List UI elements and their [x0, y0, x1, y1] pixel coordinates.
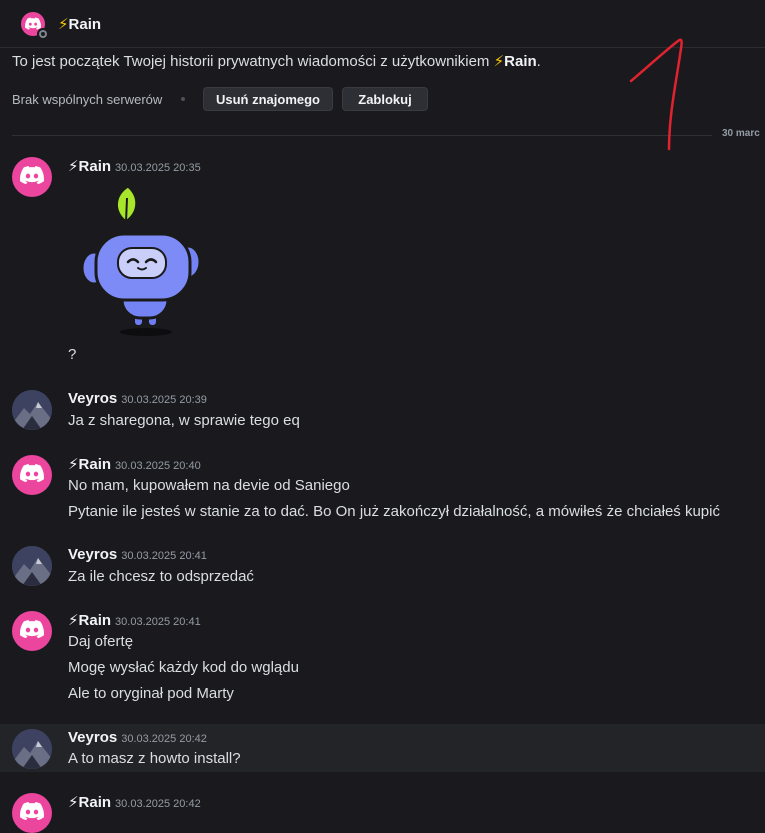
message-timestamp: 30.03.2025 20:41 [121, 550, 207, 562]
annotation-scribble [629, 38, 683, 151]
avatar[interactable] [12, 157, 52, 197]
message-author[interactable]: ⚡Rain 30.03.2025 20:35 [68, 157, 201, 175]
mutual-servers-label: Brak wspólnych serwerów [12, 92, 163, 107]
header-username[interactable]: ⚡Rain [58, 15, 101, 33]
message-timestamp: 30.03.2025 20:35 [115, 162, 201, 174]
message-author[interactable]: ⚡Rain 30.03.2025 20:41 [68, 611, 201, 629]
remove-friend-button[interactable]: Usuń znajomego [203, 87, 333, 111]
message-text: Za ile chcesz to odsprzedać [68, 568, 254, 585]
discord-logo-icon [20, 620, 44, 638]
message-author[interactable]: ⚡Rain 30.03.2025 20:42 [68, 793, 201, 811]
discord-logo-icon [25, 17, 41, 30]
mountain-avatar-icon [12, 729, 52, 769]
avatar[interactable] [12, 390, 52, 430]
message-author[interactable]: Veyros 30.03.2025 20:42 [68, 729, 207, 746]
mountain-avatar-icon [12, 546, 52, 586]
message-timestamp: 30.03.2025 20:41 [115, 616, 201, 628]
avatar[interactable] [12, 546, 52, 586]
message-timestamp: 30.03.2025 20:42 [115, 798, 201, 810]
avatar[interactable] [12, 455, 52, 495]
message-author[interactable]: Veyros 30.03.2025 20:41 [68, 546, 207, 563]
avatar[interactable] [12, 729, 52, 769]
header-avatar[interactable] [21, 12, 49, 40]
discord-logo-icon [20, 802, 44, 820]
message-text: Pytanie ile jesteś w stanie za to dać. B… [68, 503, 720, 520]
date-divider-line [12, 135, 712, 136]
mountain-avatar-icon [12, 390, 52, 430]
message-timestamp: 30.03.2025 20:40 [115, 460, 201, 472]
separator-dot [181, 97, 185, 101]
message-text: No mam, kupowałem na devie od Saniego [68, 477, 350, 494]
message-text: Daj ofertę [68, 633, 134, 650]
bolt-icon: ⚡ [58, 16, 69, 33]
message-author[interactable]: Veyros 30.03.2025 20:39 [68, 390, 207, 407]
dm-intro-text: To jest początek Twojej historii prywatn… [12, 53, 541, 70]
message-text: ? [68, 346, 77, 363]
date-divider-label: 30 marc [722, 128, 760, 139]
message-text: Ja z sharegona, w sprawie tego eq [68, 412, 300, 429]
avatar[interactable] [12, 611, 52, 651]
wumpus-sticker[interactable] [74, 182, 204, 342]
message-timestamp: 30.03.2025 20:39 [121, 394, 207, 406]
message-text: Mogę wysłać każdy kod do wglądu [68, 659, 299, 676]
avatar[interactable] [12, 793, 52, 833]
message-timestamp: 30.03.2025 20:42 [121, 733, 207, 745]
block-button[interactable]: Zablokuj [342, 87, 428, 111]
message-author[interactable]: ⚡Rain 30.03.2025 20:40 [68, 455, 201, 473]
discord-logo-icon [20, 464, 44, 482]
message-text: Ale to oryginał pod Marty [68, 685, 234, 702]
message-text: A to masz z howto install? [68, 750, 241, 767]
discord-logo-icon [20, 166, 44, 184]
offline-status-icon [37, 28, 49, 40]
